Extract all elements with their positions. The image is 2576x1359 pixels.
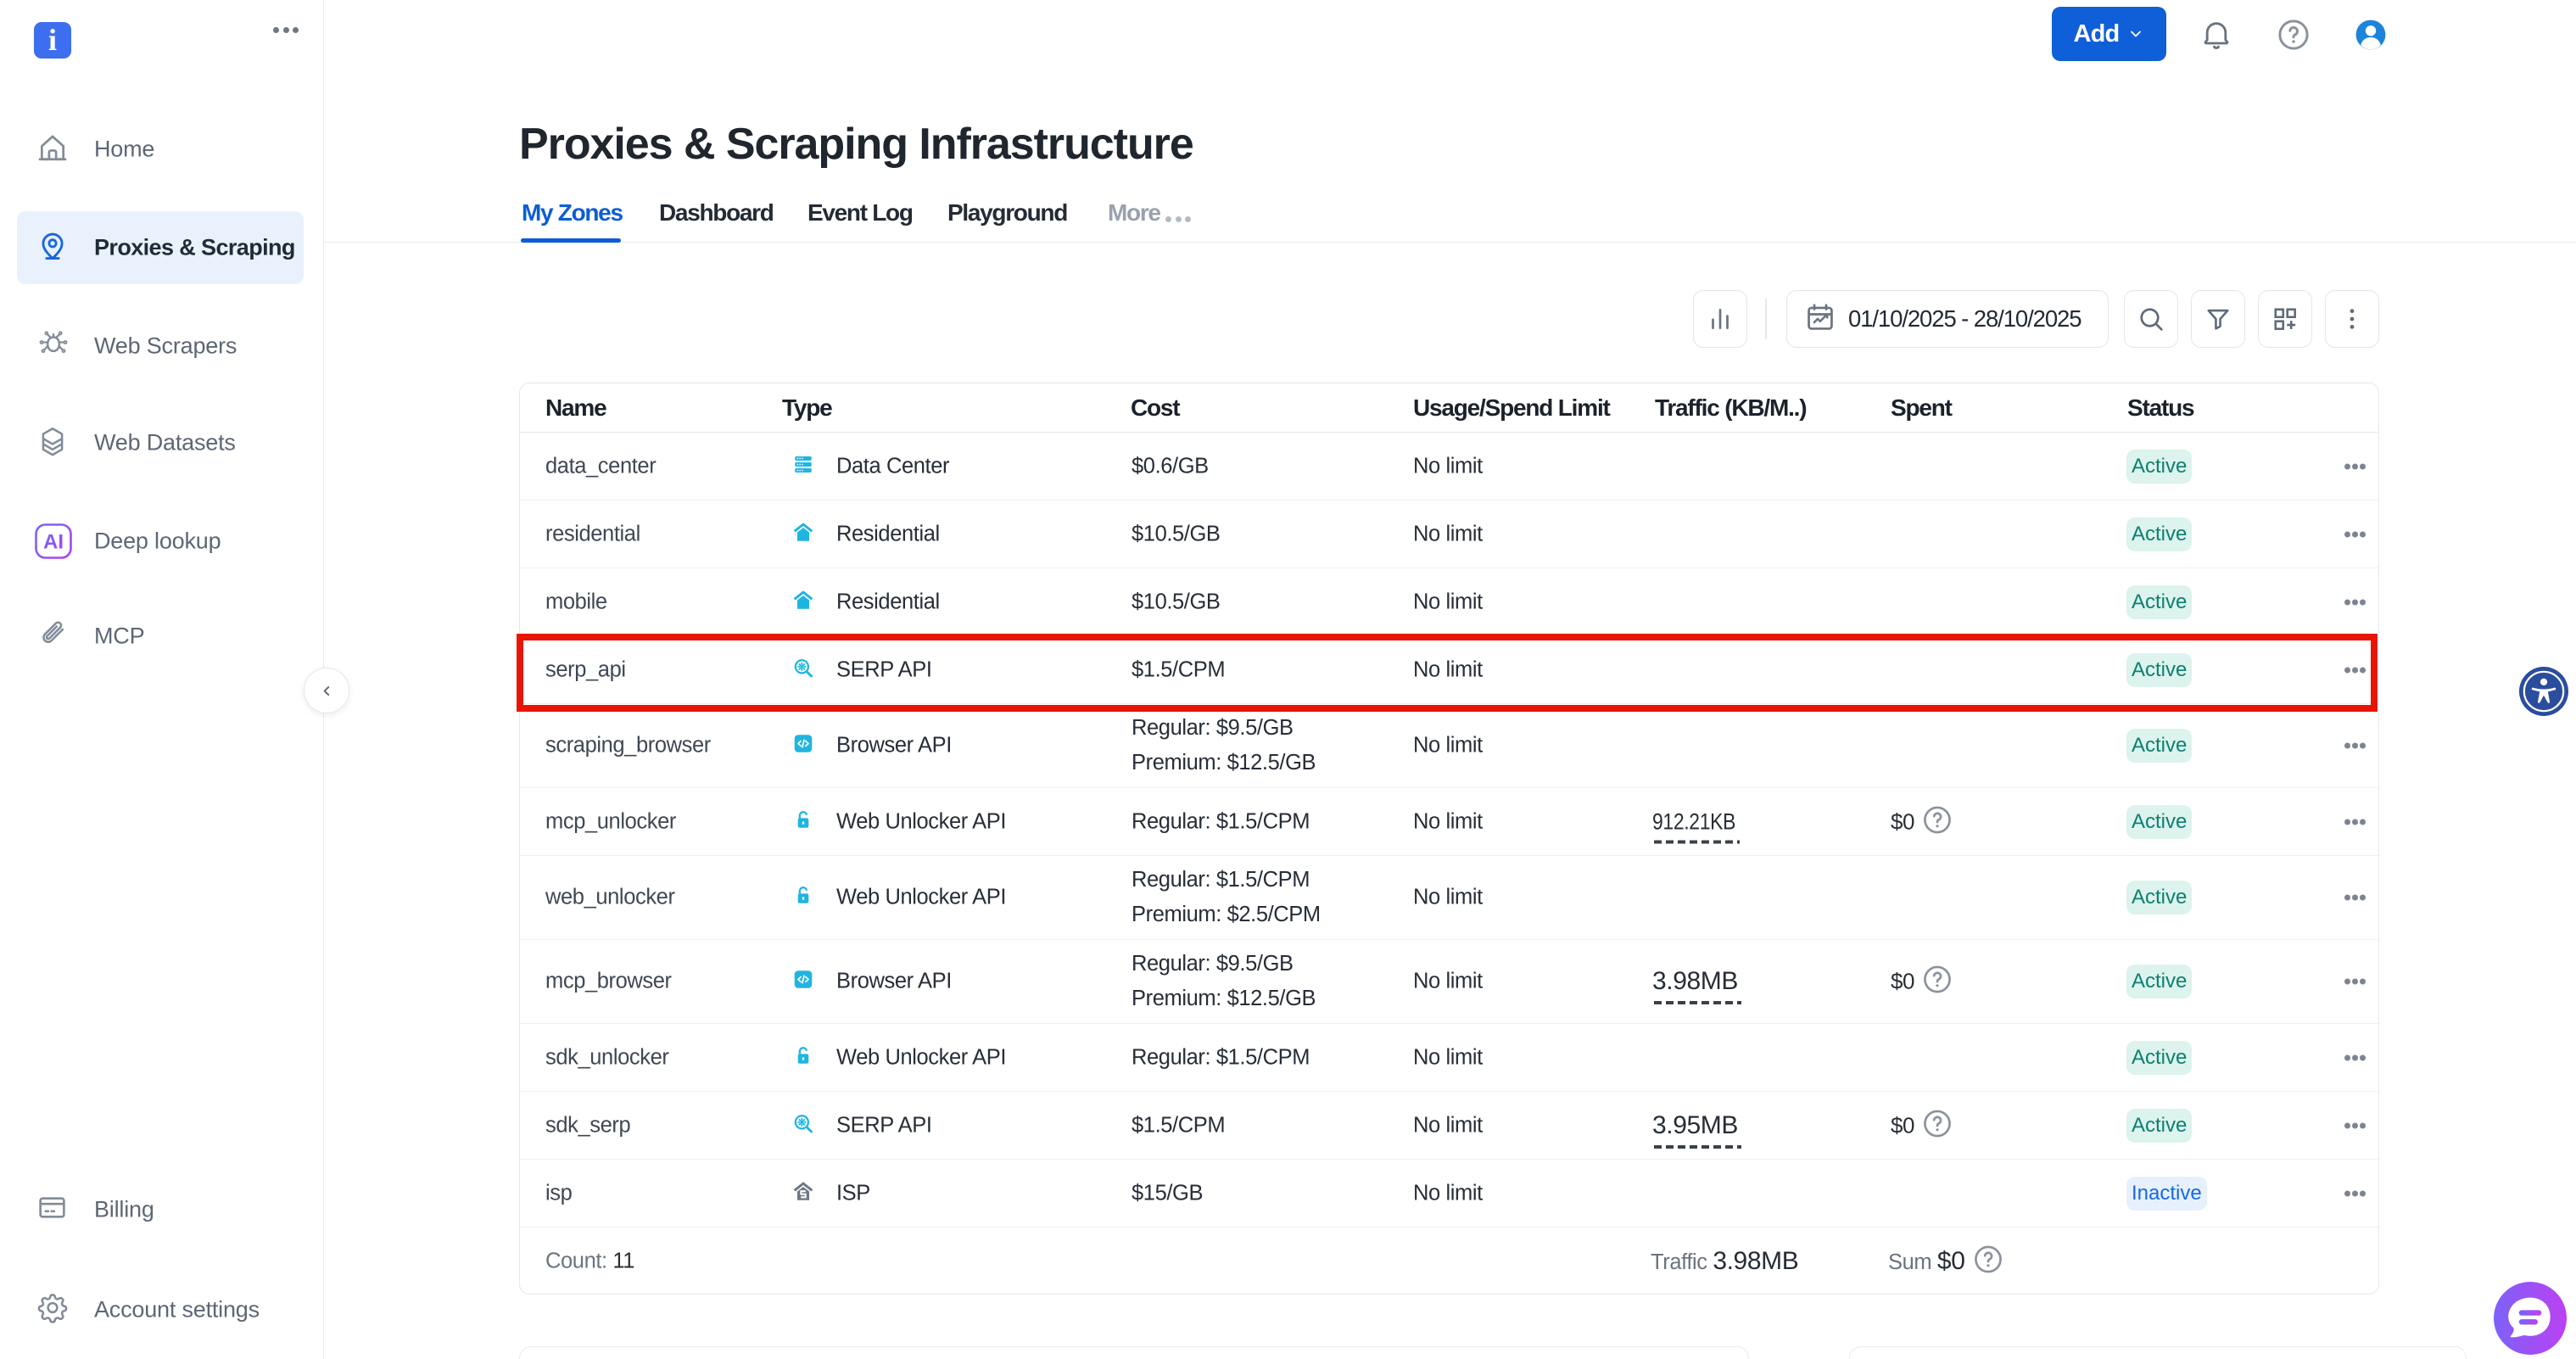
svg-text:AI: AI xyxy=(43,531,64,554)
